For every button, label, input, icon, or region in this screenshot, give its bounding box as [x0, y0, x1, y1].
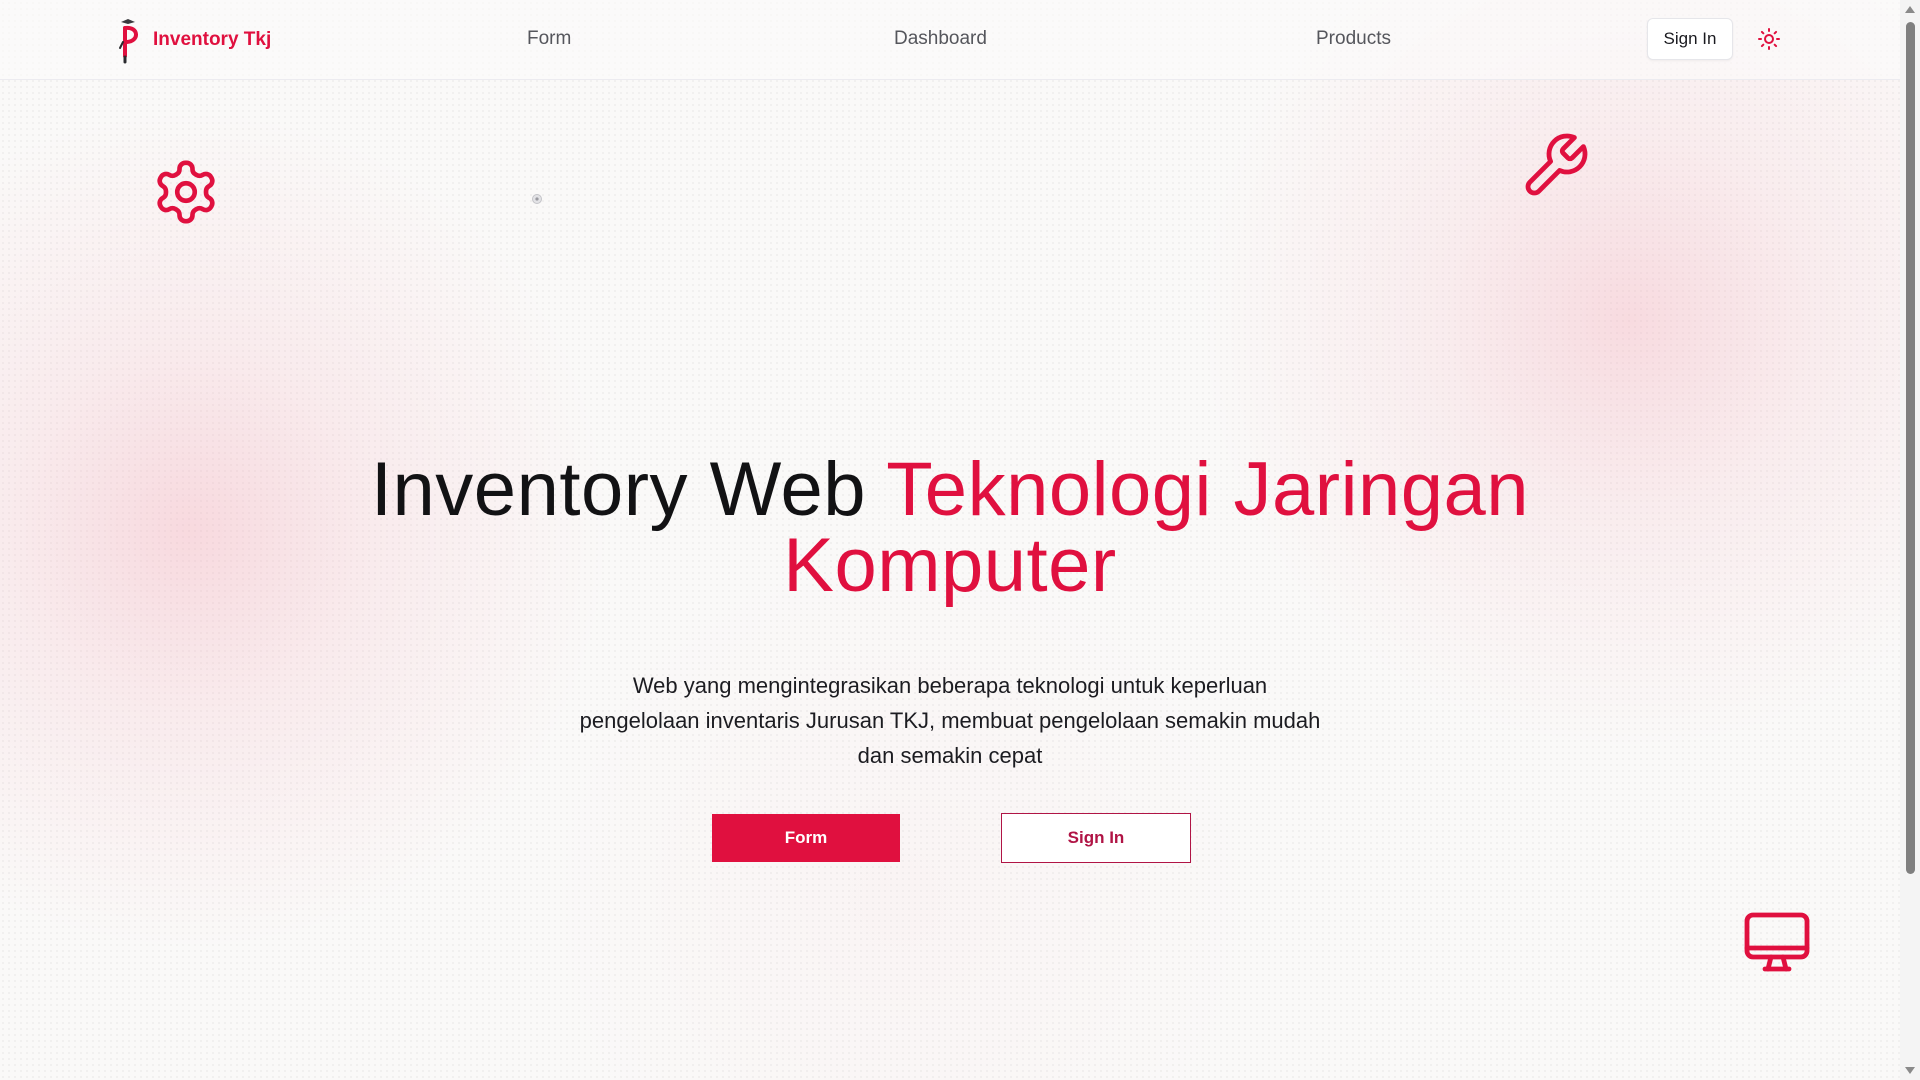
nav-link-form[interactable]: Form: [527, 28, 571, 50]
brand-link[interactable]: Inventory Tkj: [115, 16, 271, 64]
loading-dot-icon: [532, 194, 542, 204]
hero-title-main: Inventory Web: [370, 447, 867, 532]
monitor-icon: [1744, 912, 1810, 972]
gear-icon: [157, 160, 215, 224]
brand-logo-icon: [119, 19, 138, 64]
scroll-down-arrow-icon[interactable]: [1905, 1067, 1915, 1074]
page-scrollbar[interactable]: [1900, 0, 1920, 1080]
hero-description: Web yang mengintegrasikan beberapa tekno…: [579, 673, 1321, 768]
hero-title-accent: Teknologi Jaringan Komputer: [783, 447, 1530, 608]
form-cta-button[interactable]: Form: [712, 814, 900, 862]
header-sign-in-button[interactable]: Sign In: [1647, 18, 1733, 60]
hero-title: Inventory Web Teknologi Jaringan Kompute…: [260, 452, 1640, 604]
sun-icon: [1758, 28, 1780, 50]
sign-in-cta-button[interactable]: Sign In: [1001, 813, 1191, 863]
brand-name: Inventory Tkj: [153, 29, 272, 50]
theme-toggle-button[interactable]: [1756, 27, 1782, 53]
scroll-thumb[interactable]: [1906, 22, 1915, 874]
nav-link-dashboard[interactable]: Dashboard: [894, 28, 987, 50]
nav-link-products[interactable]: Products: [1316, 28, 1391, 50]
wrench-icon: [1525, 133, 1588, 196]
top-navbar: Inventory Tkj Form Dashboard Products Si…: [0, 0, 1900, 80]
scroll-up-arrow-icon[interactable]: [1905, 6, 1915, 13]
